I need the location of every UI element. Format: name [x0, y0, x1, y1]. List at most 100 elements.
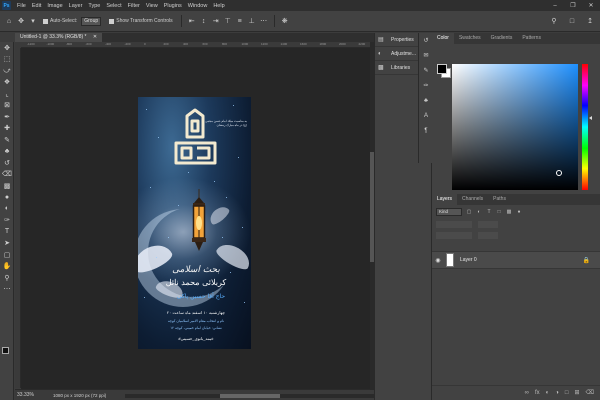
filter-kind-dropdown[interactable]: Kind — [436, 208, 462, 216]
pen-tool-icon[interactable]: ✑ — [0, 215, 14, 227]
adjustment-layer-icon[interactable]: ◑ — [555, 390, 559, 396]
move-tool-icon[interactable]: ✥ — [0, 42, 14, 54]
lock-options[interactable] — [436, 232, 472, 239]
tab-channels[interactable]: Channels — [457, 194, 488, 205]
menu-help[interactable]: Help — [210, 3, 227, 9]
comments-icon[interactable]: ✉ — [419, 48, 433, 63]
eyedropper-tool-icon[interactable]: ✒ — [0, 111, 14, 123]
tab-gradients[interactable]: Gradients — [486, 33, 518, 44]
menu-image[interactable]: Image — [44, 3, 65, 9]
zoom-level[interactable]: 33.33% — [15, 392, 43, 398]
crop-tool-icon[interactable]: ⌞ — [0, 88, 14, 100]
blur-tool-icon[interactable]: ● — [0, 192, 14, 204]
filter-toggle-icon[interactable]: ● — [516, 209, 522, 215]
hue-slider-marker[interactable] — [589, 116, 592, 120]
fill-field[interactable] — [478, 232, 498, 239]
frame-tool-icon[interactable]: ⊠ — [0, 100, 14, 112]
filter-adjustment-icon[interactable]: ◐ — [476, 209, 482, 215]
show-transform-checkbox[interactable] — [109, 18, 115, 24]
paragraph-icon[interactable]: ¶ — [419, 123, 433, 138]
align-center-icon[interactable]: ↕ — [198, 15, 210, 27]
search-icon[interactable]: ⚲ — [548, 15, 560, 27]
more-tools-icon[interactable]: ⋯ — [0, 284, 14, 296]
object-select-tool-icon[interactable]: ❖ — [0, 77, 14, 89]
history-icon[interactable]: ↺ — [419, 33, 433, 48]
history-brush-tool-icon[interactable]: ↺ — [0, 157, 14, 169]
layer-style-icon[interactable]: fx — [535, 390, 540, 396]
rectangle-tool-icon[interactable]: ▢ — [0, 249, 14, 261]
eraser-tool-icon[interactable]: ⌫ — [0, 169, 14, 181]
tab-color[interactable]: Color — [432, 33, 454, 44]
align-top-icon[interactable]: ⊤ — [222, 15, 234, 27]
document-artwork[interactable]: به مناسبت میلاد امام حسن مجتبی (ع) در ما… — [138, 97, 251, 349]
brush-tool-icon[interactable]: ✎ — [0, 134, 14, 146]
filter-pixel-icon[interactable]: ▢ — [466, 209, 472, 215]
home-icon[interactable]: ⌂ — [3, 15, 15, 27]
tab-paths[interactable]: Paths — [488, 194, 511, 205]
opacity-field[interactable] — [478, 221, 498, 228]
menu-edit[interactable]: Edit — [29, 3, 44, 9]
align-left-icon[interactable]: ⇤ — [186, 15, 198, 27]
menu-filter[interactable]: Filter — [125, 3, 143, 9]
close-icon[interactable]: ✕ — [93, 34, 97, 40]
close-icon[interactable]: ✕ — [582, 0, 600, 11]
move-tool-icon[interactable]: ✥ — [15, 15, 27, 27]
new-group-icon[interactable]: □ — [565, 390, 569, 396]
document-tab[interactable]: Untitled-1 @ 33.3% (RGB/8) * ✕ — [15, 33, 103, 42]
menu-view[interactable]: View — [143, 3, 161, 9]
blend-mode-dropdown[interactable] — [436, 221, 472, 228]
menu-file[interactable]: File — [14, 3, 29, 9]
hue-slider[interactable] — [582, 64, 588, 190]
scrollbar-thumb[interactable] — [220, 394, 280, 398]
menu-type[interactable]: Type — [85, 3, 103, 9]
menu-layer[interactable]: Layer — [66, 3, 86, 9]
lock-icon[interactable]: 🔒 — [583, 257, 590, 264]
workspace-icon[interactable]: □ — [566, 15, 578, 27]
tab-patterns[interactable]: Patterns — [517, 33, 546, 44]
filter-type-icon[interactable]: T — [486, 209, 492, 215]
delete-layer-icon[interactable]: ⌫ — [586, 389, 594, 396]
dodge-tool-icon[interactable]: ◐ — [0, 203, 14, 215]
layer-mask-icon[interactable]: ◐ — [546, 390, 550, 396]
document-info[interactable]: 1080 px x 1920 px (72 ppi) — [53, 393, 106, 398]
3d-mode-icon[interactable]: ❋ — [279, 15, 291, 27]
tab-layers[interactable]: Layers — [432, 194, 458, 205]
brush-settings-icon[interactable]: ✎ — [419, 63, 433, 78]
healing-brush-tool-icon[interactable]: ✚ — [0, 123, 14, 135]
path-select-tool-icon[interactable]: ➤ — [0, 238, 14, 250]
clone-source-icon[interactable]: ♣ — [419, 93, 433, 108]
menu-window[interactable]: Window — [185, 3, 211, 9]
color-picker-cursor[interactable] — [556, 170, 562, 176]
zoom-tool-icon[interactable]: ⚲ — [0, 272, 14, 284]
align-right-icon[interactable]: ⇥ — [210, 15, 222, 27]
minimize-icon[interactable]: – — [546, 0, 564, 11]
menu-select[interactable]: Select — [103, 3, 124, 9]
auto-select-checkbox[interactable] — [43, 18, 48, 24]
marquee-tool-icon[interactable]: ⬚ — [0, 54, 14, 66]
layer-name[interactable]: Layer 0 — [460, 257, 477, 263]
align-bottom-icon[interactable]: ⊥ — [246, 15, 258, 27]
foreground-color-swatch[interactable] — [2, 347, 9, 354]
new-layer-icon[interactable]: ⊞ — [574, 389, 579, 396]
link-layers-icon[interactable]: ∞ — [525, 390, 529, 396]
clone-stamp-tool-icon[interactable]: ♣ — [0, 146, 14, 158]
share-icon[interactable]: ↥ — [584, 15, 596, 27]
chevron-down-icon[interactable]: ▾ — [27, 15, 39, 27]
layer-row[interactable]: ◉ Layer 0 🔒 — [432, 251, 600, 269]
align-middle-icon[interactable]: ≡ — [234, 15, 246, 27]
menu-plugins[interactable]: Plugins — [161, 3, 185, 9]
tab-swatches[interactable]: Swatches — [454, 33, 486, 44]
type-tool-icon[interactable]: T — [0, 226, 14, 238]
lasso-tool-icon[interactable]: ⤻ — [0, 65, 14, 77]
horizontal-scrollbar[interactable] — [125, 394, 375, 398]
auto-select-dropdown[interactable]: Group — [81, 16, 102, 26]
restore-icon[interactable]: ❐ — [564, 0, 582, 11]
gradient-tool-icon[interactable]: ▩ — [0, 180, 14, 192]
visibility-eye-icon[interactable]: ◉ — [432, 257, 444, 264]
more-options-icon[interactable]: ⋯ — [258, 15, 270, 27]
paths-icon[interactable]: ✑ — [419, 78, 433, 93]
hand-tool-icon[interactable]: ✋ — [0, 261, 14, 273]
filter-smart-object-icon[interactable]: ▩ — [506, 209, 512, 215]
filter-shape-icon[interactable]: □ — [496, 209, 502, 215]
character-icon[interactable]: A — [419, 108, 433, 123]
